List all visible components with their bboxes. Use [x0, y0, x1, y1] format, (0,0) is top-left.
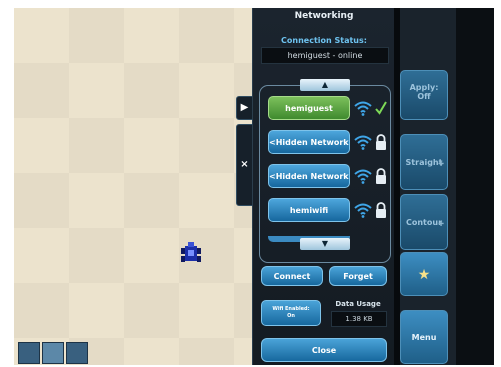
lock-icon — [376, 134, 386, 150]
data-usage-label: Data Usage — [335, 300, 381, 308]
lock-icon — [376, 168, 386, 184]
screen: ▶ × Networking Connection Status: hemigu… — [14, 8, 494, 365]
scroll-up-button[interactable]: ▲ — [300, 79, 350, 91]
right-toolbar: Apply: Off ✚ Straight ✚ Contour ★ Menu — [400, 8, 494, 365]
plus-icon: ✚ — [438, 220, 444, 228]
star-icon: ★ — [417, 267, 431, 283]
wifi-enabled-label: Wifi Enabled: — [272, 306, 310, 312]
network-button-hemiwifi[interactable]: hemiwifi — [268, 198, 350, 222]
map-view-toggles — [18, 342, 88, 364]
contour-label: Contour — [405, 218, 443, 227]
network-button-hemiguest[interactable]: hemiguest — [268, 96, 350, 120]
check-icon — [375, 101, 387, 115]
connection-status-value: hemiguest - online — [261, 47, 389, 64]
close-panel-tab[interactable]: × — [236, 124, 253, 206]
networking-panel: Networking Connection Status: hemiguest … — [252, 8, 395, 365]
wifi-icon — [354, 169, 372, 184]
connect-button[interactable]: Connect — [261, 266, 323, 286]
data-usage-value: 1.38 KB — [331, 311, 387, 327]
menu-button[interactable]: Menu — [400, 310, 448, 364]
favorite-button[interactable]: ★ — [400, 252, 448, 296]
map-layers-icon[interactable] — [42, 342, 64, 364]
connection-status-label: Connection Status: — [281, 36, 367, 45]
network-list: ▲ hemiguest <Hidden Network> <Hidden Net… — [259, 79, 391, 263]
map-satellite-icon[interactable] — [66, 342, 88, 364]
forget-button[interactable]: Forget — [329, 266, 387, 286]
network-button-hidden-2[interactable]: <Hidden Network> — [268, 164, 350, 188]
bezel — [456, 8, 494, 365]
expand-panel-tab[interactable]: ▶ — [236, 96, 253, 120]
network-row: hemiguest — [268, 96, 387, 120]
apply-label: Apply: — [409, 83, 439, 92]
apply-button[interactable]: Apply: Off — [400, 70, 448, 120]
wifi-enabled-value: On — [287, 313, 295, 319]
map-icon[interactable] — [18, 342, 40, 364]
wifi-enabled-toggle[interactable]: Wifi Enabled: On — [261, 300, 321, 326]
contour-button[interactable]: ✚ Contour — [400, 194, 448, 250]
scroll-down-button[interactable]: ▼ — [300, 238, 350, 250]
plus-icon: ✚ — [438, 160, 444, 168]
robot-icon — [181, 242, 201, 262]
straight-label: Straight — [405, 158, 443, 167]
wifi-icon — [354, 203, 372, 218]
close-button[interactable]: Close — [261, 338, 387, 362]
wifi-icon — [354, 135, 372, 150]
network-row: hemiwifi — [268, 198, 386, 222]
straight-button[interactable]: ✚ Straight — [400, 134, 448, 190]
network-button-hidden-1[interactable]: <Hidden Network> — [268, 130, 350, 154]
panel-title: Networking — [294, 11, 354, 21]
wifi-icon — [354, 101, 372, 116]
network-row: <Hidden Network> — [268, 130, 386, 154]
apply-value: Off — [417, 92, 431, 101]
lock-icon — [376, 202, 386, 218]
network-row: <Hidden Network> — [268, 164, 386, 188]
map-canvas[interactable] — [14, 8, 252, 365]
